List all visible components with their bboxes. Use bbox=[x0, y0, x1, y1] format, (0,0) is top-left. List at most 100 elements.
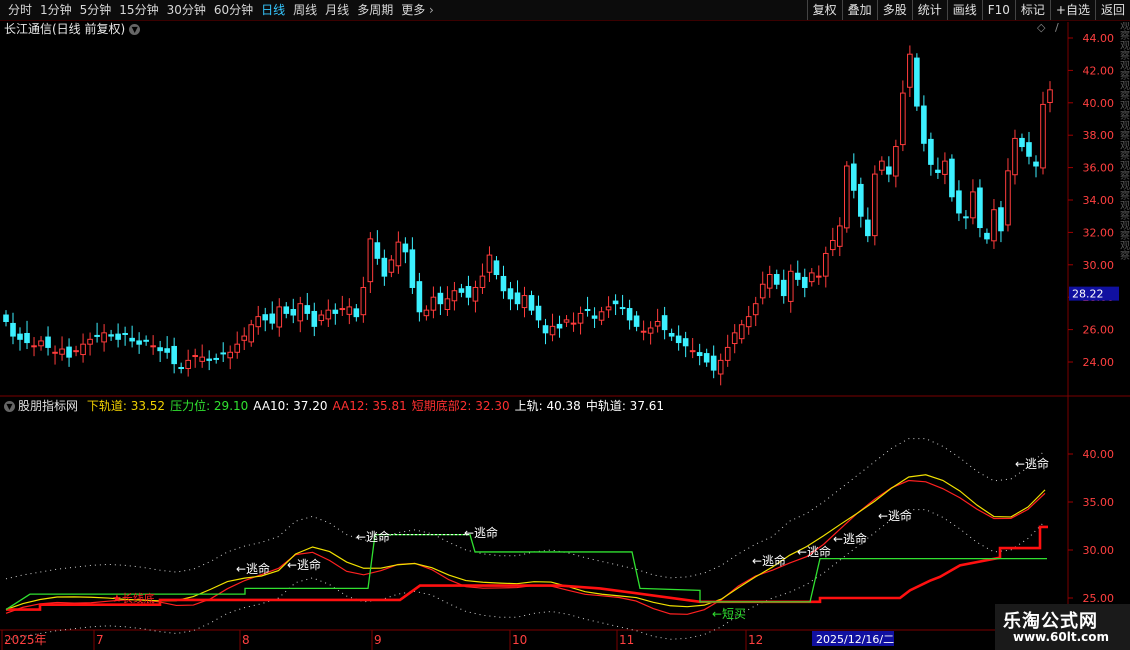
escape-label: ←逃命 bbox=[287, 557, 321, 572]
watermark-logo: 乐淘公式网 www.60lt.com bbox=[995, 604, 1130, 650]
candle-body bbox=[605, 306, 612, 311]
candle-body bbox=[1019, 137, 1025, 148]
price-tick-label: 26.00 bbox=[1083, 324, 1115, 337]
candle-body bbox=[542, 325, 549, 334]
candle-body bbox=[486, 254, 493, 273]
candle-body bbox=[696, 352, 703, 357]
candle-body bbox=[17, 333, 23, 340]
ind-tick-label: 30.00 bbox=[1083, 544, 1115, 557]
price-tick-label: 40.00 bbox=[1083, 97, 1115, 110]
escape-label: ←逃命 bbox=[878, 508, 912, 523]
time-label: 2025年 bbox=[4, 633, 47, 647]
price-tick-label: 32.00 bbox=[1083, 226, 1115, 239]
candle-body bbox=[402, 243, 409, 253]
candle-body bbox=[738, 324, 745, 340]
short-bottom-line bbox=[6, 525, 1048, 611]
candle-body bbox=[836, 225, 843, 247]
candle-body bbox=[178, 367, 184, 370]
candle-body bbox=[66, 346, 72, 358]
candle-body bbox=[136, 340, 142, 345]
candle-body bbox=[759, 283, 766, 299]
candle-body bbox=[914, 57, 920, 107]
candle-body bbox=[998, 207, 1004, 232]
candle-body bbox=[872, 173, 878, 237]
candle-body bbox=[1047, 89, 1053, 103]
price-tick-label: 44.00 bbox=[1083, 32, 1115, 45]
price-tick-label: 34.00 bbox=[1083, 194, 1115, 207]
yellow-line bbox=[5, 474, 1046, 611]
chart-canvas[interactable]: 44.00 42.00 40.00 38.00 36.00 34.00 32.00 30.00… bbox=[0, 0, 1130, 650]
candle-body bbox=[577, 312, 584, 324]
escape-label: ←逃命 bbox=[797, 544, 831, 559]
candle-body bbox=[318, 314, 325, 322]
candle-body bbox=[717, 359, 724, 375]
candle-body bbox=[479, 275, 486, 288]
candle-body bbox=[549, 325, 556, 336]
escape-label: ←逃命 bbox=[464, 525, 498, 540]
lower-band-dots bbox=[5, 509, 1046, 641]
candle-body bbox=[844, 165, 850, 229]
candle-body bbox=[984, 232, 990, 240]
candle-body bbox=[535, 305, 542, 321]
candle-body bbox=[570, 322, 577, 325]
candle-body bbox=[851, 163, 857, 191]
candle-body bbox=[73, 350, 79, 353]
candle-body bbox=[108, 334, 114, 337]
candle-body bbox=[528, 295, 535, 311]
time-label: 9 bbox=[374, 633, 382, 647]
candle-body bbox=[451, 290, 458, 302]
candle-body bbox=[977, 187, 983, 229]
candle-body bbox=[654, 321, 661, 327]
candle-body bbox=[731, 332, 738, 345]
candle-body bbox=[521, 295, 528, 309]
candle-body bbox=[374, 242, 381, 259]
candle-body bbox=[928, 138, 934, 165]
candle-body bbox=[94, 334, 100, 337]
candle-body bbox=[507, 288, 514, 300]
candle-body bbox=[59, 348, 65, 355]
candle-body bbox=[3, 314, 9, 322]
candle-body bbox=[556, 323, 563, 329]
candle-body bbox=[304, 305, 311, 314]
candle-body bbox=[38, 340, 44, 347]
ind-tick-label: 35.00 bbox=[1083, 496, 1115, 509]
candle-body bbox=[206, 358, 212, 361]
candle-body bbox=[325, 309, 332, 320]
candle-body bbox=[31, 345, 37, 348]
price-tick-label: 30.00 bbox=[1083, 259, 1115, 272]
candle-body bbox=[437, 292, 444, 305]
candle-body bbox=[87, 338, 93, 345]
candle-body bbox=[745, 316, 752, 328]
candle-body bbox=[963, 216, 969, 219]
right-side-strip: 观察观察观察观察观察观察观察观察观察观察观察观察 bbox=[1120, 22, 1130, 262]
candle-body bbox=[248, 324, 255, 343]
candle-body bbox=[430, 296, 437, 311]
candle-body bbox=[500, 275, 507, 292]
candle-body bbox=[472, 286, 479, 302]
candle-body bbox=[598, 311, 605, 321]
candle-body bbox=[381, 257, 388, 277]
candle-body bbox=[360, 286, 367, 316]
candle-body bbox=[626, 308, 633, 321]
candle-body bbox=[80, 343, 86, 356]
candle-body bbox=[991, 209, 997, 242]
candle-body bbox=[220, 352, 227, 355]
candle-body bbox=[283, 306, 290, 314]
candle-body bbox=[858, 183, 864, 217]
candle-body bbox=[150, 345, 156, 348]
candle-body bbox=[689, 350, 696, 353]
candle-body bbox=[942, 160, 948, 175]
candle-body bbox=[633, 315, 640, 327]
candle-body bbox=[780, 279, 787, 297]
time-label: 7 bbox=[96, 633, 104, 647]
candle-body bbox=[129, 337, 135, 342]
candle-body bbox=[143, 339, 149, 342]
candle-body bbox=[297, 303, 304, 322]
candle-body bbox=[171, 345, 177, 365]
candle-body bbox=[591, 315, 598, 319]
candle-body bbox=[815, 275, 822, 278]
candle-body bbox=[409, 249, 416, 288]
short-buy-label: ←短买 bbox=[712, 607, 746, 621]
candle-body bbox=[164, 348, 170, 353]
candle-body bbox=[234, 343, 241, 353]
